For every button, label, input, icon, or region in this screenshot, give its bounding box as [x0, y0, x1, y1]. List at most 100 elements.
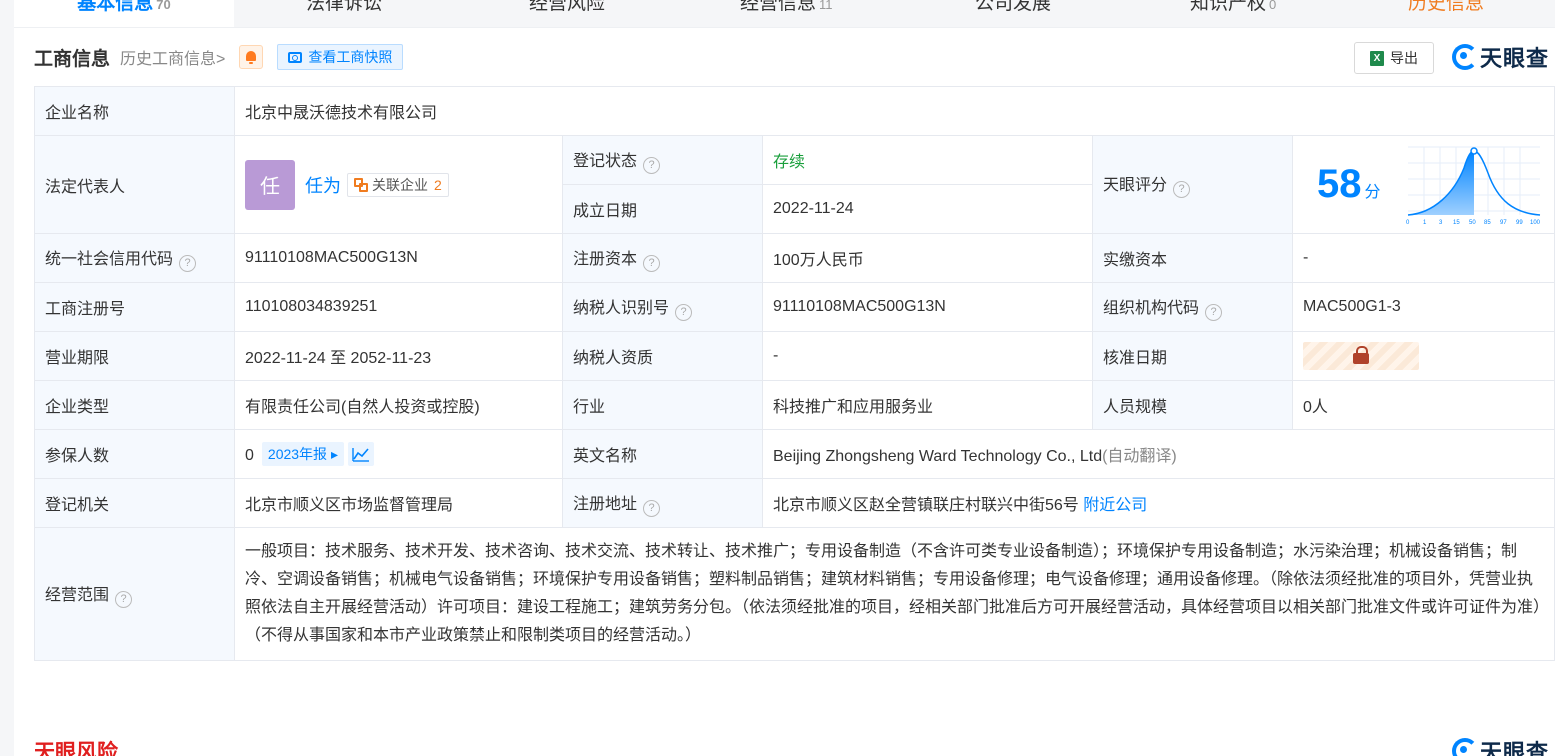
- help-icon[interactable]: ?: [675, 303, 693, 321]
- approve-date-label: 核准日期: [1092, 331, 1293, 381]
- english-name: Beijing Zhongsheng Ward Technology Co., …: [773, 448, 1103, 465]
- taxpayer-qual: -: [762, 331, 1093, 381]
- found-date-label: 成立日期: [562, 184, 763, 234]
- authority: 北京市顺义区市场监督管理局: [234, 478, 563, 528]
- tab-legal[interactable]: 法律诉讼: [306, 0, 382, 27]
- company-type: 有限责任公司(自然人投资或控股): [234, 380, 563, 430]
- export-button[interactable]: X 导出: [1354, 42, 1434, 74]
- table-row: 企业类型 有限责任公司(自然人投资或控股) 行业 科技推广和应用服务业 人员规模…: [34, 380, 1555, 430]
- tianyancha-logo: 天眼查: [1452, 42, 1549, 72]
- axis-tick: 99: [1516, 220, 1523, 226]
- tab-history[interactable]: 历史信息: [1408, 0, 1484, 27]
- axis-tick: 3: [1439, 220, 1443, 226]
- axis-tick: 100: [1530, 220, 1541, 226]
- paid-capital-label: 实缴资本: [1092, 233, 1293, 283]
- snapshot-button[interactable]: 查看工商快照: [277, 44, 404, 70]
- business-info-table: 企业名称 北京中晟沃德技术有限公司 法定代表人 任 任为 关联企业 2 登记状态?…: [34, 86, 1555, 661]
- taxpayer-id: 91110108MAC500G13N: [762, 282, 1093, 332]
- reg-capital-label: 注册资本?: [562, 233, 763, 283]
- axis-tick: 97: [1500, 220, 1507, 226]
- org-code-label: 组织机构代码?: [1092, 282, 1293, 332]
- credit-code: 91110108MAC500G13N: [234, 233, 563, 283]
- table-row: 法定代表人 任 任为 关联企业 2 登记状态? 存续 天眼评分? 58 分 0 …: [34, 135, 1555, 234]
- reg-status: 存续: [762, 135, 1093, 185]
- table-row: 统一社会信用代码? 91110108MAC500G13N 注册资本? 100万人…: [34, 233, 1555, 283]
- section-header: 工商信息 历史工商信息> 查看工商快照: [34, 42, 404, 72]
- insured-count: 0: [245, 447, 254, 464]
- industry: 科技推广和应用服务业: [762, 380, 1093, 430]
- avatar[interactable]: 任: [245, 159, 295, 210]
- auto-translate-note: (自动翻译): [1102, 448, 1177, 465]
- tab-basic-info[interactable]: 基本信息 70: [14, 0, 234, 27]
- table-row: 营业期限 2022-11-24 至 2052-11-23 纳税人资质 - 核准日…: [34, 331, 1555, 381]
- biz-reg-no: 110108034839251: [234, 282, 563, 332]
- excel-icon: X: [1370, 50, 1384, 66]
- tab-risk[interactable]: 经营风险: [529, 0, 605, 27]
- term: 2022-11-24 至 2052-11-23: [234, 331, 563, 381]
- approve-date-cell: [1291, 331, 1555, 381]
- type-label: 企业类型: [34, 380, 235, 430]
- axis-tick: 15: [1453, 220, 1460, 226]
- eye-logo-icon: [1452, 738, 1478, 756]
- axis-tick: 50: [1469, 220, 1476, 226]
- table-row: 企业名称 北京中晟沃德技术有限公司: [34, 86, 1555, 136]
- biz-reg-no-label: 工商注册号: [34, 282, 235, 332]
- company-name: 北京中晟沃德技术有限公司: [233, 86, 1555, 136]
- tab-bar: 基本信息 70 法律诉讼 经营风险 经营信息 11 公司发展 知识产权 0 历史信息: [14, 0, 1555, 28]
- help-icon[interactable]: ?: [179, 254, 197, 272]
- left-gutter: [0, 0, 14, 756]
- business-scope: 一般项目：技术服务、技术开发、技术咨询、技术交流、技术转让、技术推广；专用设备制…: [233, 527, 1555, 661]
- score-label: 天眼评分?: [1092, 135, 1293, 234]
- nearby-companies-link[interactable]: 附近公司: [1083, 497, 1147, 514]
- credit-code-label: 统一社会信用代码?: [34, 233, 235, 283]
- axis-tick: 85: [1484, 220, 1491, 226]
- tab-operation[interactable]: 经营信息 11: [740, 0, 833, 27]
- tab-ip[interactable]: 知识产权 0: [1190, 0, 1276, 27]
- company-name-label: 企业名称: [34, 86, 235, 136]
- camera-icon: [288, 51, 303, 63]
- table-row: 工商注册号 110108034839251 纳税人识别号? 91110108MA…: [34, 282, 1555, 332]
- insured-label: 参保人数: [34, 429, 235, 479]
- axis-tick: 0: [1406, 220, 1410, 226]
- score-value: 58: [1317, 162, 1362, 206]
- reg-status-label: 登记状态?: [562, 135, 763, 185]
- help-icon[interactable]: ?: [1205, 303, 1223, 321]
- paid-capital: -: [1291, 233, 1555, 283]
- bell-icon[interactable]: [239, 45, 264, 69]
- legal-rep-label: 法定代表人: [34, 135, 235, 234]
- taxpayer-id-label: 纳税人识别号?: [562, 282, 763, 332]
- scope-label: 经营范围?: [34, 527, 235, 661]
- tianyancha-logo-bottom: 天眼查: [1452, 736, 1549, 756]
- authority-label: 登记机关: [34, 478, 235, 528]
- tab-development[interactable]: 公司发展: [975, 0, 1051, 27]
- industry-label: 行业: [562, 380, 763, 430]
- reg-capital: 100万人民币: [762, 233, 1093, 283]
- annual-report-button[interactable]: 2023年报 ▸: [261, 442, 344, 466]
- term-label: 营业期限: [34, 331, 235, 381]
- taxpayer-qual-label: 纳税人资质: [562, 331, 763, 381]
- lock-icon: [1353, 346, 1369, 364]
- history-link[interactable]: 历史工商信息>: [120, 45, 225, 69]
- english-name-cell: Beijing Zhongsheng Ward Technology Co., …: [761, 429, 1555, 479]
- score-cell[interactable]: 58 分 0 1 3 15 50 85 97 99 100: [1291, 135, 1555, 234]
- help-icon[interactable]: ?: [643, 499, 661, 517]
- related-companies-button[interactable]: 关联企业 2: [347, 172, 449, 197]
- eye-logo-icon: [1452, 44, 1478, 70]
- help-icon[interactable]: ?: [115, 590, 133, 608]
- help-icon[interactable]: ?: [1173, 181, 1191, 198]
- staff-label: 人员规模: [1092, 380, 1293, 430]
- table-row: 经营范围? 一般项目：技术服务、技术开发、技术咨询、技术交流、技术转让、技术推广…: [34, 527, 1555, 661]
- org-code: MAC500G1-3: [1291, 282, 1555, 332]
- address: 北京市顺义区赵全营镇联庄村联兴中街56号: [773, 497, 1079, 514]
- staff: 0人: [1291, 380, 1555, 430]
- score-area: [1408, 150, 1475, 215]
- help-icon[interactable]: ?: [643, 156, 661, 174]
- locked-value[interactable]: [1303, 342, 1419, 370]
- table-row: 参保人数 0 2023年报 ▸ 英文名称 Beijing Zhongsheng W…: [34, 429, 1555, 479]
- trend-chart-icon[interactable]: [347, 442, 374, 466]
- score-marker: [1470, 146, 1478, 155]
- legal-rep-cell: 任 任为 关联企业 2: [234, 135, 563, 234]
- axis-tick: 1: [1423, 220, 1427, 226]
- help-icon[interactable]: ?: [643, 254, 661, 272]
- legal-rep-name[interactable]: 任为: [305, 172, 341, 198]
